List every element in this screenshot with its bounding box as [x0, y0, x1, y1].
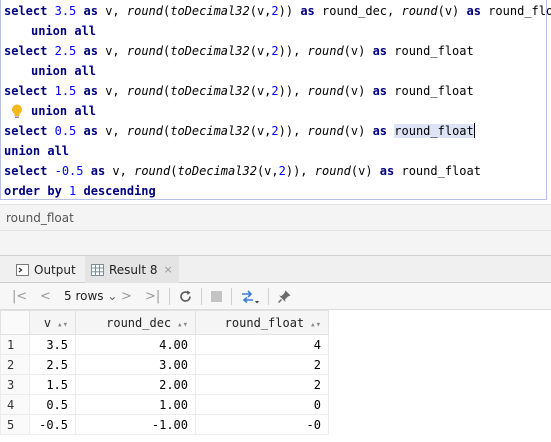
code-line-8[interactable]: union all — [4, 141, 69, 161]
cell-round-float[interactable]: -0 — [195, 414, 329, 435]
console-icon — [16, 263, 29, 276]
cell-v[interactable]: 2.5 — [29, 354, 76, 375]
table-icon — [91, 263, 104, 276]
cell-v[interactable]: -0.5 — [29, 414, 76, 435]
toolbar-divider — [169, 288, 170, 305]
row-count-dropdown[interactable]: 5 rows ⌄ — [64, 288, 117, 305]
cell-round-float[interactable]: 2 — [195, 354, 329, 375]
stop-icon[interactable] — [211, 291, 222, 302]
chevron-down-icon: ⌄ — [107, 289, 118, 303]
breadcrumb-item[interactable]: round_float — [6, 211, 74, 225]
tab-result-8[interactable]: Result 8 × — [85, 256, 179, 283]
column-header-v[interactable]: v ▴▾ — [29, 310, 76, 335]
pin-icon[interactable] — [277, 289, 292, 304]
transaction-mode-icon[interactable] — [240, 288, 260, 306]
cell-round-float[interactable]: 2 — [195, 374, 329, 395]
results-tab-bar: Output Result 8 × — [0, 255, 551, 283]
row-number: 2 — [0, 354, 30, 375]
cell-v[interactable]: 3.5 — [29, 334, 76, 355]
cell-round-dec[interactable]: 1.00 — [75, 394, 196, 415]
table-row[interactable]: 3 1.5 2.00 2 — [0, 374, 329, 395]
cell-round-dec[interactable]: 3.00 — [75, 354, 196, 375]
cell-round-dec[interactable]: 4.00 — [75, 334, 196, 355]
tab-result-label: Result 8 — [109, 262, 158, 277]
next-page-button[interactable]: > — [121, 288, 132, 305]
row-number: 3 — [0, 374, 30, 395]
sort-icon[interactable]: ▴▾ — [57, 320, 68, 330]
row-count-label: 5 rows — [64, 289, 104, 303]
code-line-6[interactable]: union all — [31, 101, 96, 121]
code-line-4[interactable]: union all — [31, 61, 96, 81]
results-table: v ▴▾ round_dec ▴▾ round_float ▴▾ 1 3.5 4.00… — [0, 310, 329, 435]
toolbar-divider — [268, 288, 269, 305]
first-page-button[interactable]: |< — [12, 288, 27, 305]
results-toolbar: |< < 5 rows ⌄ > >| — [0, 283, 551, 310]
code-line-3[interactable]: select 2.5 as v, round(toDecimal32(v,2))… — [4, 41, 474, 61]
cell-v[interactable]: 1.5 — [29, 374, 76, 395]
code-line-9[interactable]: select -0.5 as v, round(toDecimal32(v,2)… — [4, 161, 481, 181]
highlighted-identifier: round_float — [394, 124, 474, 138]
text-caret — [473, 123, 475, 138]
results-grid[interactable]: v ▴▾ round_dec ▴▾ round_float ▴▾ 1 3.5 4.00… — [0, 310, 551, 442]
table-row[interactable]: 4 0.5 1.00 0 — [0, 394, 329, 415]
table-row[interactable]: 1 3.5 4.00 4 — [0, 334, 329, 355]
panel-gap — [0, 231, 551, 255]
row-number-header — [0, 310, 30, 335]
row-number: 4 — [0, 394, 30, 415]
refresh-icon[interactable] — [178, 289, 193, 304]
breadcrumb: round_float — [0, 204, 551, 231]
cell-round-float[interactable]: 0 — [195, 394, 329, 415]
sort-icon[interactable]: ▴▾ — [177, 320, 188, 330]
table-row[interactable]: 2 2.5 3.00 2 — [0, 354, 329, 375]
code-line-2[interactable]: union all — [31, 21, 96, 41]
code-line-5[interactable]: select 1.5 as v, round(toDecimal32(v,2))… — [4, 81, 474, 101]
sort-icon[interactable]: ▴▾ — [310, 320, 321, 330]
tab-output-label: Output — [34, 262, 76, 277]
cell-v[interactable]: 0.5 — [29, 394, 76, 415]
column-header-round-dec[interactable]: round_dec ▴▾ — [75, 310, 196, 335]
code-line-7[interactable]: select 0.5 as v, round(toDecimal32(v,2))… — [4, 121, 475, 141]
row-number: 1 — [0, 334, 30, 355]
table-row[interactable]: 5 -0.5 -1.00 -0 — [0, 414, 329, 435]
header-row: v ▴▾ round_dec ▴▾ round_float ▴▾ — [0, 310, 329, 335]
cell-round-dec[interactable]: 2.00 — [75, 374, 196, 395]
previous-page-button[interactable]: < — [40, 288, 51, 305]
cell-round-dec[interactable]: -1.00 — [75, 414, 196, 435]
code-line-10[interactable]: order by 1 descending — [4, 181, 156, 201]
tab-output[interactable]: Output — [10, 256, 82, 283]
last-page-button[interactable]: >| — [145, 288, 160, 305]
row-number: 5 — [0, 414, 30, 435]
close-icon[interactable]: × — [164, 263, 173, 276]
toolbar-divider — [231, 288, 232, 305]
column-header-round-float[interactable]: round_float ▴▾ — [195, 310, 329, 335]
lightbulb-icon[interactable] — [11, 104, 23, 119]
toolbar-divider — [201, 288, 202, 305]
code-line-1[interactable]: select 3.5 as v, round(toDecimal32(v,2))… — [4, 1, 551, 21]
sql-editor[interactable]: select 3.5 as v, round(toDecimal32(v,2))… — [0, 0, 551, 203]
cell-round-float[interactable]: 4 — [195, 334, 329, 355]
